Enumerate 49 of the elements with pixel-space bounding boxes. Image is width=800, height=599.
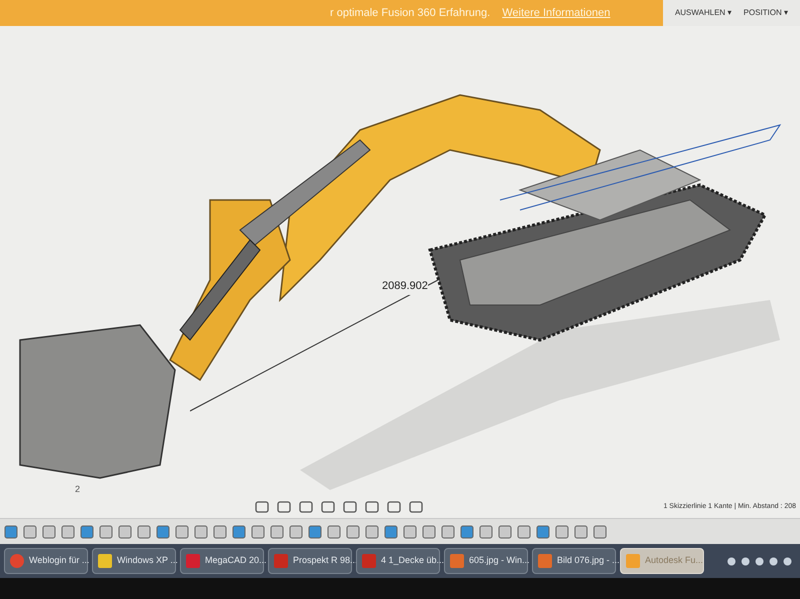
tool-icon[interactable] bbox=[441, 524, 455, 538]
tool-icon[interactable] bbox=[422, 524, 436, 538]
tool-icon[interactable] bbox=[232, 524, 246, 538]
app-icon bbox=[449, 553, 465, 569]
app-icon bbox=[185, 553, 201, 569]
app-icon bbox=[273, 553, 289, 569]
app-icon bbox=[9, 553, 25, 569]
tool-icon[interactable] bbox=[403, 524, 417, 538]
tool-icon[interactable] bbox=[479, 524, 493, 538]
dimension-label: 2089.902 bbox=[382, 278, 428, 294]
tool-icon[interactable] bbox=[194, 524, 208, 538]
taskbar-button[interactable]: 605.jpg - Win... bbox=[444, 548, 528, 574]
tool-icon[interactable] bbox=[42, 524, 56, 538]
tool-icon[interactable] bbox=[555, 524, 569, 538]
tool-icon[interactable] bbox=[270, 524, 284, 538]
tool-icon[interactable] bbox=[384, 524, 398, 538]
tool-icon[interactable] bbox=[4, 524, 18, 538]
point-label: 2 bbox=[75, 483, 80, 496]
tool-icon[interactable] bbox=[175, 524, 189, 538]
tool-icon[interactable] bbox=[517, 524, 531, 538]
tool-icon[interactable] bbox=[536, 524, 550, 538]
taskbar-button[interactable]: Windows XP ... bbox=[92, 548, 176, 574]
banner-text: r optimale Fusion 360 Erfahrung. bbox=[330, 6, 490, 21]
app-icon bbox=[97, 553, 113, 569]
app-icon bbox=[537, 553, 553, 569]
toolbar-menu[interactable]: AUSWAHLEN ▾ bbox=[674, 7, 732, 19]
tool-icon[interactable] bbox=[99, 524, 113, 538]
tool-icon[interactable] bbox=[327, 524, 341, 538]
tool-icon[interactable] bbox=[118, 524, 132, 538]
tool-icon[interactable] bbox=[137, 524, 151, 538]
tool-icon[interactable] bbox=[251, 524, 265, 538]
tool-icon[interactable] bbox=[213, 524, 227, 538]
app-icon bbox=[361, 553, 377, 569]
tool-icon[interactable] bbox=[346, 524, 360, 538]
tool-icon[interactable] bbox=[61, 524, 75, 538]
tool-icon[interactable] bbox=[289, 524, 303, 538]
tool-icon[interactable] bbox=[156, 524, 170, 538]
tool-icon[interactable] bbox=[593, 524, 607, 538]
tool-icon[interactable] bbox=[460, 524, 474, 538]
tool-icon[interactable] bbox=[574, 524, 588, 538]
tool-icon[interactable] bbox=[365, 524, 379, 538]
tool-icon[interactable] bbox=[80, 524, 94, 538]
taskbar-button[interactable]: MegaCAD 20... bbox=[180, 548, 264, 574]
app-icon bbox=[625, 553, 641, 569]
tool-icon[interactable] bbox=[498, 524, 512, 538]
tool-icon[interactable] bbox=[308, 524, 322, 538]
toolbar-menu[interactable]: POSITION ▾ bbox=[744, 7, 788, 19]
tool-icon[interactable] bbox=[23, 524, 37, 538]
taskbar-button[interactable]: Weblogin für ... bbox=[4, 548, 88, 574]
